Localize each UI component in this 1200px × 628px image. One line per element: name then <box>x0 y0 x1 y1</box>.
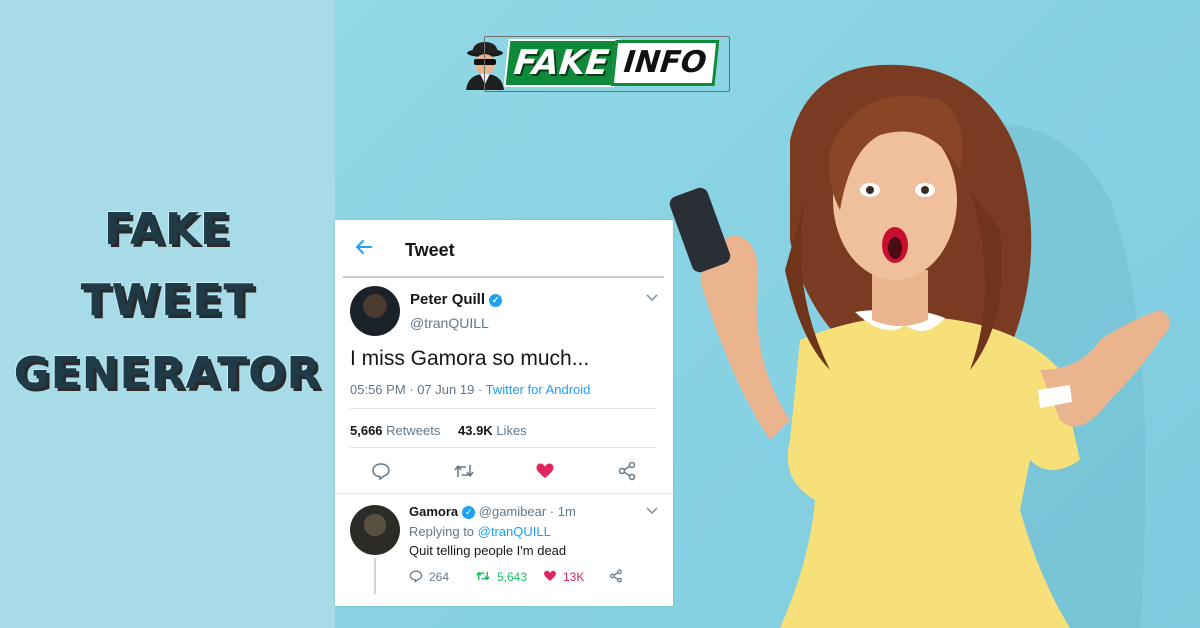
header-divider <box>343 276 664 278</box>
retweets-count[interactable]: 5,666 <box>350 423 383 438</box>
reply-author-name[interactable]: Gamora <box>409 504 458 519</box>
reply-share-action[interactable] <box>609 569 623 584</box>
tweet-timestamp: 05:56 PM · 07 Jun 19 · <box>350 382 486 397</box>
author-name[interactable]: Peter Quill <box>410 291 485 308</box>
replying-prefix: Replying to <box>409 524 478 539</box>
back-arrow-icon[interactable] <box>355 238 373 260</box>
reply-icon[interactable] <box>371 461 391 486</box>
tweet-meta: 05:56 PM · 07 Jun 19 · Twitter for Andro… <box>350 382 590 397</box>
author-handle[interactable]: @tranQUILL <box>410 315 489 331</box>
author-name-row[interactable]: Peter Quill ✓ <box>410 291 503 308</box>
reply-replies-count: 264 <box>429 570 450 584</box>
tweet-source-link[interactable]: Twitter for Android <box>486 382 591 397</box>
reply-retweet-action[interactable]: 5,643 <box>475 569 527 584</box>
divider <box>335 493 673 494</box>
verified-icon: ✓ <box>489 294 503 307</box>
tweet-header: Tweet <box>335 220 673 278</box>
retweet-icon[interactable] <box>453 461 475 486</box>
reply-retweets-count: 5,643 <box>497 570 528 584</box>
share-icon[interactable] <box>617 461 637 486</box>
reply-text: Quit telling people I'm dead <box>409 543 567 558</box>
tweet-stats: 5,666 Retweets 43.9K Likes <box>350 423 527 438</box>
logo-word-fake: FAKE <box>503 39 620 87</box>
shocked-woman-illustration <box>669 64 1170 628</box>
reply-avatar[interactable] <box>350 505 400 555</box>
divider <box>350 408 656 409</box>
divider <box>350 447 656 448</box>
reply-reply-action[interactable]: 264 <box>409 569 449 584</box>
replying-handle-link[interactable]: @tranQUILL <box>478 524 551 539</box>
replying-to: Replying to @tranQUILL <box>409 524 551 539</box>
verified-icon: ✓ <box>462 506 476 519</box>
likes-count[interactable]: 43.9K <box>458 423 493 438</box>
reply-header: Gamora ✓ @gamibear · 1m <box>409 504 576 519</box>
tweet-text: I miss Gamora so much... <box>350 347 590 370</box>
tweet-card: Tweet Peter Quill ✓ @tranQUILL I miss Gam… <box>335 220 673 606</box>
reply-actions: 264 5,643 13K <box>409 569 649 585</box>
author-avatar[interactable] <box>350 286 400 336</box>
thread-line <box>374 558 376 594</box>
reply-like-action[interactable]: 13K <box>543 569 584 584</box>
retweets-label[interactable]: Retweets <box>386 423 440 438</box>
likes-label[interactable]: Likes <box>496 423 526 438</box>
reply-handle-time[interactable]: @gamibear · 1m <box>479 504 576 519</box>
headline-line-3: GENERATOR <box>13 348 322 399</box>
headline-line-2: TWEET <box>80 275 255 326</box>
reply-likes-count: 13K <box>563 570 585 584</box>
headline: FAKE TWEET GENERATOR <box>0 200 335 406</box>
headline-line-1: FAKE <box>103 204 232 255</box>
tweet-actions <box>335 461 673 483</box>
like-icon[interactable] <box>535 461 555 486</box>
header-title: Tweet <box>405 240 455 260</box>
